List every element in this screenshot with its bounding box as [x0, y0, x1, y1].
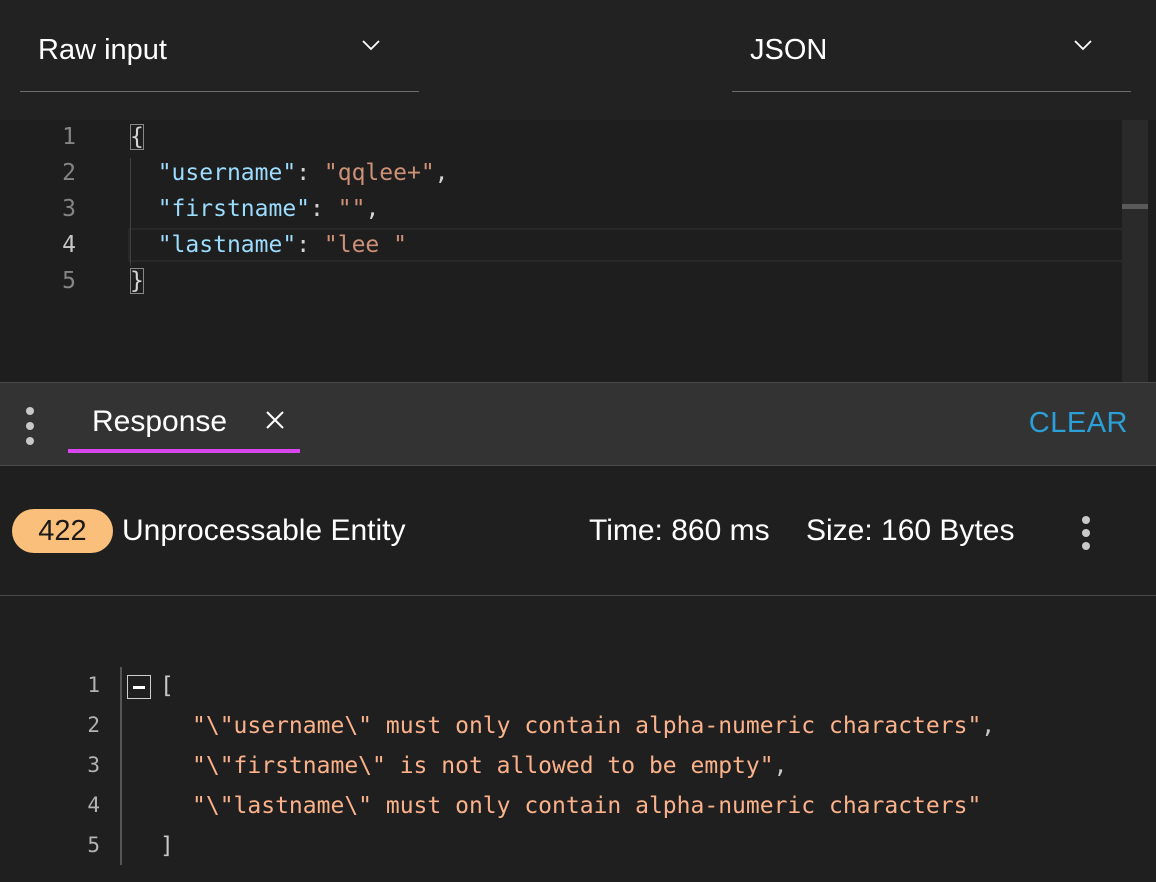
line-number: 4	[62, 232, 76, 258]
line-code: "\"lastname\" must only contain alpha-nu…	[192, 793, 981, 819]
line-number: 5	[62, 268, 76, 294]
status-text: Unprocessable Entity	[122, 514, 406, 547]
app-window: Raw input JSON 1 { 2 "username": "qqlee+…	[0, 0, 1156, 882]
response-line: 5 ]	[0, 827, 1156, 867]
response-size: Size: 160 Bytes	[806, 514, 1015, 547]
response-line: 1 [	[0, 667, 1156, 707]
status-badge: 422	[12, 509, 113, 553]
response-string: "\"lastname\" must only contain alpha-nu…	[192, 793, 982, 819]
line-code: "\"firstname\" is not allowed to be empt…	[192, 753, 788, 779]
response-tab-bar: Response CLEAR	[0, 382, 1156, 466]
response-line: 4 "\"lastname\" must only contain alpha-…	[0, 787, 1156, 827]
chevron-down-icon	[1074, 40, 1092, 51]
json-value: ""	[337, 196, 366, 222]
request-body-editor[interactable]: 1 { 2 "username": "qqlee+", 3 "firstname…	[0, 120, 1156, 382]
editor-line: 2 "username": "qqlee+",	[0, 156, 1148, 192]
line-number: 3	[62, 196, 76, 222]
request-toolbar: Raw input JSON	[0, 0, 1156, 120]
close-brace: }	[130, 268, 144, 294]
line-number: 3	[87, 753, 100, 777]
line-code: }	[130, 268, 144, 294]
json-key: "firstname"	[157, 196, 311, 222]
line-number: 4	[87, 793, 100, 817]
kebab-menu-icon[interactable]	[26, 407, 34, 445]
tab-response-label: Response	[92, 405, 228, 438]
response-line: 3 "\"firstname\" is not allowed to be em…	[0, 747, 1156, 787]
line-number: 2	[87, 713, 100, 737]
json-value: "lee "	[323, 232, 407, 258]
response-string: "\"firstname\" is not allowed to be empt…	[192, 753, 774, 779]
line-code: "firstname": "",	[157, 196, 380, 222]
response-status-row: 422 Unprocessable Entity Time: 860 ms Si…	[0, 466, 1156, 596]
response-body-viewer[interactable]: 1 [ 2 "\"username\" must only contain al…	[0, 597, 1156, 882]
json-key: "lastname"	[157, 232, 297, 258]
kebab-menu-icon[interactable]	[1082, 516, 1090, 554]
editor-scrollbar[interactable]	[1122, 120, 1148, 382]
line-number: 2	[62, 160, 76, 186]
line-number: 1	[87, 673, 100, 697]
line-code: "username": "qqlee+",	[157, 160, 449, 186]
close-icon[interactable]	[264, 409, 286, 431]
format-select[interactable]: JSON	[732, 26, 1131, 92]
response-time: Time: 860 ms	[589, 514, 770, 547]
line-code: [	[160, 673, 174, 699]
line-code: ]	[160, 833, 174, 859]
line-number: 5	[87, 833, 100, 857]
editor-line: 5 }	[0, 264, 1148, 300]
input-mode-value: Raw input	[38, 34, 167, 66]
scrollbar-thumb[interactable]	[1122, 204, 1148, 209]
clear-button[interactable]: CLEAR	[1029, 407, 1128, 440]
chevron-down-icon	[362, 40, 380, 51]
format-value: JSON	[750, 34, 828, 66]
response-string: "\"username\" must only contain alpha-nu…	[192, 713, 982, 739]
tab-response[interactable]: Response	[68, 397, 300, 453]
response-line: 2 "\"username\" must only contain alpha-…	[0, 707, 1156, 747]
line-code: {	[130, 124, 144, 150]
line-code: "lastname": "lee "	[157, 232, 407, 258]
editor-line: 3 "firstname": "",	[0, 192, 1148, 228]
input-mode-select[interactable]: Raw input	[20, 26, 419, 92]
line-code: "\"username\" must only contain alpha-nu…	[192, 713, 996, 739]
open-brace: {	[130, 124, 144, 150]
json-value: "qqlee+"	[323, 160, 435, 186]
editor-line: 1 {	[0, 120, 1148, 156]
json-key: "username"	[157, 160, 297, 186]
line-number: 1	[62, 124, 76, 150]
editor-line: 4 "lastname": "lee "	[0, 228, 1148, 264]
